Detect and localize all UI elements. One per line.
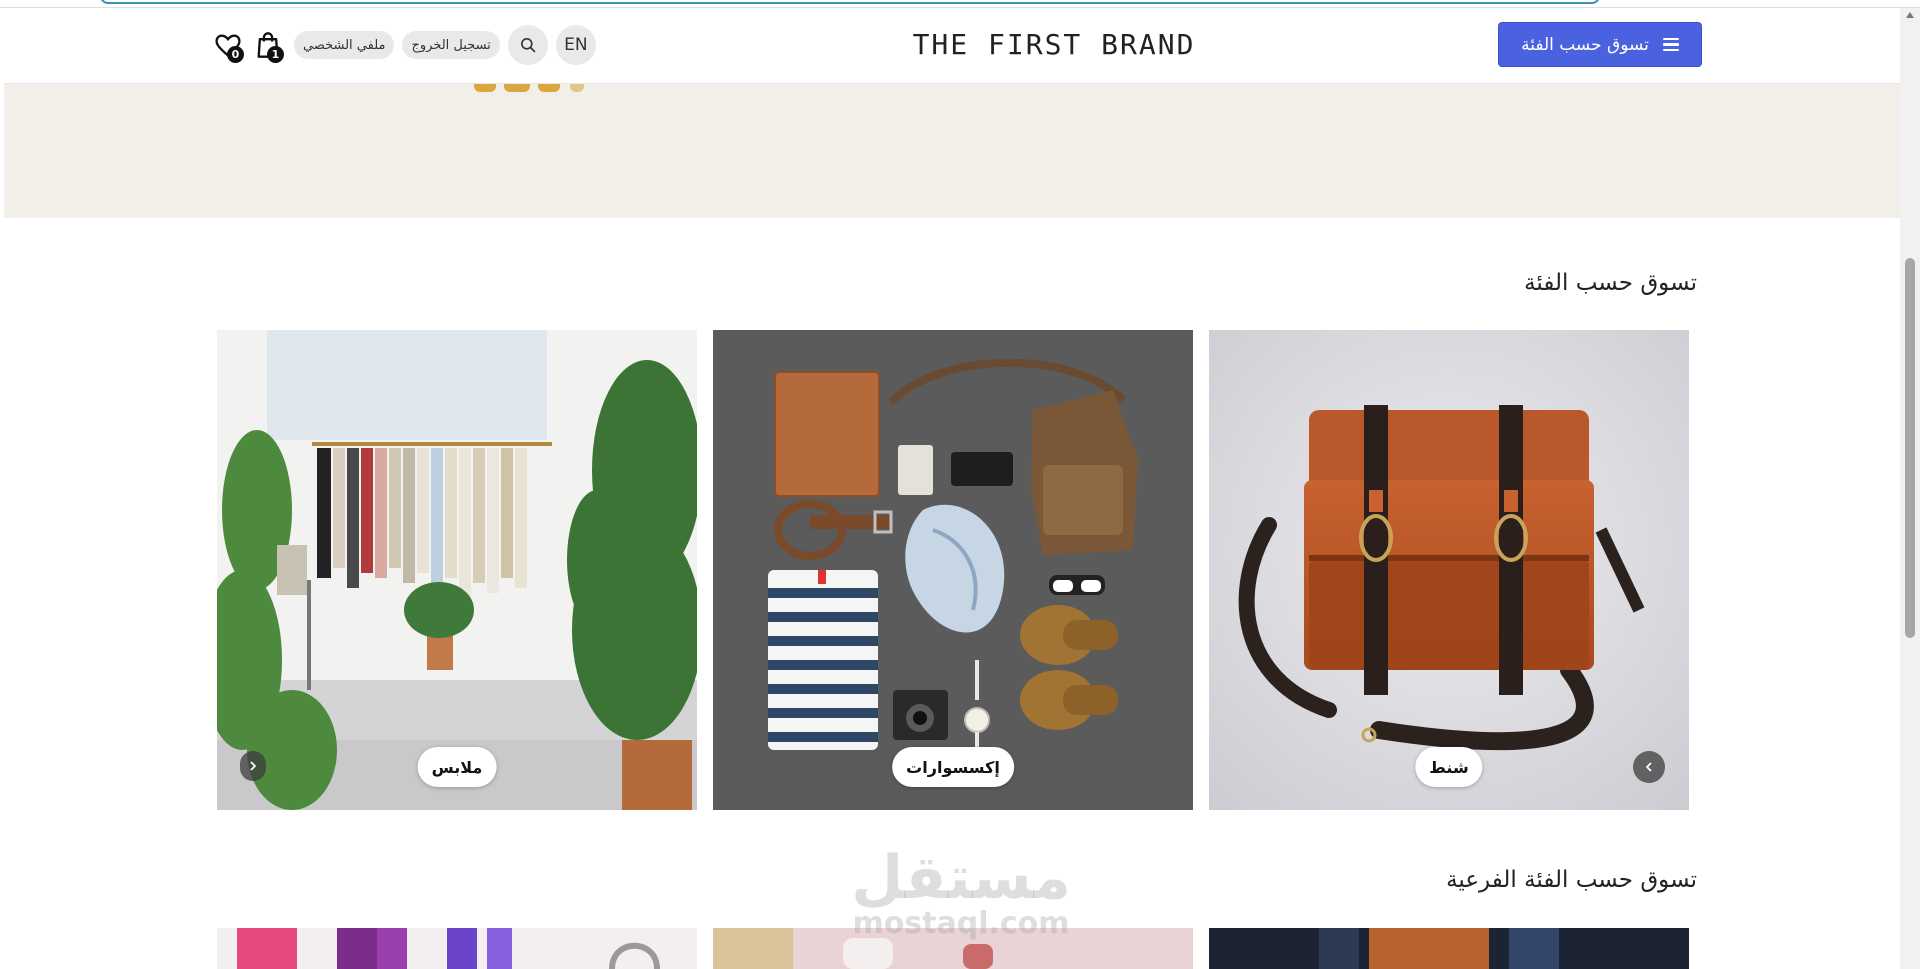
carousel-prev-button[interactable] bbox=[1633, 751, 1665, 783]
accessories-flatlay-image bbox=[713, 330, 1193, 810]
subcategory-image-2 bbox=[713, 928, 1193, 969]
wishlist-count-badge: 0 bbox=[227, 46, 244, 63]
category-card-bags[interactable]: شنط bbox=[1209, 330, 1689, 810]
search-button[interactable] bbox=[507, 25, 548, 65]
shop-by-category-button[interactable]: تسوق حسب الفئة bbox=[1498, 22, 1702, 67]
subcategory-card-3[interactable] bbox=[217, 928, 697, 969]
cart-count-badge: 1 bbox=[267, 46, 284, 63]
header-tools: 0 1 ملفي الشخصي تسجيل الخروج EN bbox=[210, 24, 596, 66]
watermark: مستقل mostaql.com bbox=[836, 843, 1086, 939]
scrollbar-thumb[interactable] bbox=[1905, 258, 1915, 638]
subcategory-image-3 bbox=[217, 928, 697, 969]
language-label: EN bbox=[564, 35, 588, 55]
subcategories-section-title: تسوق حسب الفئة الفرعية bbox=[1446, 867, 1697, 893]
search-icon bbox=[520, 38, 536, 53]
category-card-clothing[interactable]: ملابس bbox=[217, 330, 697, 810]
language-switch-button[interactable]: EN bbox=[555, 25, 596, 65]
hero-jewelry-image-edge bbox=[474, 82, 634, 96]
subcategory-card-2[interactable] bbox=[713, 928, 1193, 969]
cart-button[interactable]: 1 bbox=[250, 27, 286, 63]
wishlist-button[interactable]: 0 bbox=[210, 27, 246, 63]
site-header: تسوق حسب الفئة THE FIRST BRAND 0 1 ملفي … bbox=[4, 8, 1900, 84]
hero-banner-bottom bbox=[4, 82, 1900, 218]
address-bar-edge[interactable] bbox=[100, 0, 1600, 4]
carousel-next-button[interactable] bbox=[240, 751, 266, 781]
watermark-arabic-text: مستقل bbox=[851, 843, 1071, 913]
shop-by-category-label: تسوق حسب الفئة bbox=[1521, 34, 1649, 55]
categories-section-title: تسوق حسب الفئة bbox=[1524, 270, 1697, 296]
profile-button[interactable]: ملفي الشخصي bbox=[294, 31, 395, 59]
leather-backpack-image bbox=[1209, 330, 1689, 810]
scroll-up-arrow-icon[interactable] bbox=[1906, 12, 1914, 18]
brand-logo-text[interactable]: THE FIRST BRAND bbox=[864, 28, 1244, 61]
subcategory-card-1[interactable] bbox=[1209, 928, 1689, 969]
category-label-accessories: إكسسوارات bbox=[892, 747, 1014, 787]
chevron-right-icon bbox=[250, 761, 256, 771]
clothing-store-image bbox=[217, 330, 697, 810]
category-card-accessories[interactable]: إكسسوارات bbox=[713, 330, 1193, 810]
browser-top-edge bbox=[0, 0, 1920, 8]
subcategory-image-1 bbox=[1209, 928, 1689, 969]
category-label-clothing: ملابس bbox=[417, 747, 497, 787]
category-label-bags: شنط bbox=[1415, 747, 1483, 787]
hamburger-menu-icon bbox=[1662, 37, 1679, 52]
page-scrollbar[interactable] bbox=[1900, 8, 1920, 969]
chevron-left-icon bbox=[1646, 762, 1652, 772]
logout-button[interactable]: تسجيل الخروج bbox=[402, 31, 500, 59]
